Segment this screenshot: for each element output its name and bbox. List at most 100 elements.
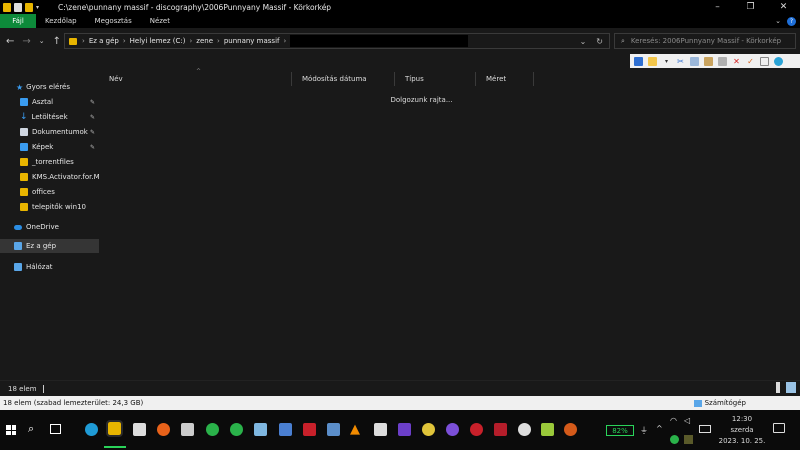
file-explorer-icon[interactable] [106,420,123,437]
quick-access-toolbar: ▾ [0,2,58,12]
tab-share[interactable]: Megosztás [86,14,141,28]
expand-ribbon-icon[interactable]: ⌄ [775,17,781,25]
chevron-right-icon[interactable]: › [283,37,288,45]
sidebar-item-torrentfiles[interactable]: _torrentfiles [0,155,99,169]
sidebar-item-documents[interactable]: Dokumentumok ✎ [0,125,99,139]
forward-button[interactable]: → [22,36,30,47]
breadcrumb-zene[interactable]: zene [193,37,216,45]
column-header-type[interactable]: Típus [395,72,476,86]
tab-home[interactable]: Kezdőlap [36,14,86,28]
sidebar-item-pictures[interactable]: Képek ✎ [0,140,99,154]
keyboard-icon[interactable] [699,425,711,433]
task-view-icon[interactable] [50,424,61,434]
minimize-button[interactable]: – [701,0,734,14]
volume-icon[interactable]: ◁ [684,416,690,425]
paste-icon[interactable] [704,56,713,66]
chevron-down-icon[interactable]: ⌄ [580,37,587,46]
tab-view[interactable]: Nézet [141,14,179,28]
network-icon [14,263,22,271]
column-header-name[interactable]: Név [99,72,292,86]
breadcrumb-this-pc[interactable]: Ez a gép [86,37,122,45]
large-icons-view-button[interactable] [786,382,796,393]
download-icon: ↓ [20,112,28,122]
chevron-down-icon[interactable]: ▾ [662,57,671,66]
app-icon[interactable] [518,423,531,436]
maximize-button[interactable]: ❐ [734,0,767,14]
window-controls: – ❐ ✕ [701,0,800,14]
globe-icon[interactable] [774,56,783,66]
rename-check-icon[interactable]: ✓ [746,57,755,66]
sidebar-item-this-pc[interactable]: Ez a gép [0,239,99,253]
app-icon[interactable] [541,423,554,436]
chevron-up-icon[interactable]: ^ [656,424,663,433]
app-icon[interactable] [327,423,340,436]
column-header-size[interactable]: Méret [476,72,534,86]
tray-app-icon[interactable] [684,435,693,444]
search-input[interactable]: ⌕ Keresés: 2006Punnyany Massif - Körkork… [614,33,796,49]
utorrent-tray-icon[interactable] [670,435,679,444]
app-icon[interactable] [564,423,577,436]
battery-indicator[interactable]: 82% [606,425,634,436]
breadcrumb-local-disk[interactable]: Helyi lemez (C:) [127,37,189,45]
vlc-icon[interactable]: ▲ [350,422,360,437]
store-icon[interactable] [133,423,146,436]
sidebar-item-telepitok[interactable]: telepitők win10 [0,200,99,214]
sidebar-item-network[interactable]: Hálózat [0,260,99,274]
star-icon: ★ [16,82,24,92]
breadcrumb-punnany-massif[interactable]: punnany massif [221,37,283,45]
sidebar-item-downloads[interactable]: ↓ Letöltések ✎ [0,110,99,124]
app-icon[interactable] [422,423,435,436]
clock[interactable]: 12:30 szerda 2023. 10. 25. [716,414,768,447]
properties-icon[interactable] [14,2,22,12]
sidebar-item-kms-activator[interactable]: KMS.Activator.for.M [0,170,99,184]
sidebar-item-desktop[interactable]: Asztal ✎ [0,95,99,109]
sidebar-item-label: Hálózat [26,263,53,271]
app-icon[interactable] [303,423,316,436]
help-icon[interactable]: ? [787,16,796,26]
address-bar[interactable]: › Ez a gép › Helyi lemez (C:) › zene › p… [64,33,610,49]
email-icon[interactable] [760,56,769,66]
pictures-icon [20,143,28,151]
sidebar-item-quick-access[interactable]: ★ Gyors elérés [0,80,99,94]
copy-to-icon[interactable] [718,56,727,66]
chevron-down-icon[interactable]: ▾ [36,4,39,11]
app-icon[interactable] [230,423,243,436]
refresh-icon[interactable]: ↻ [596,37,603,46]
document-icon [20,128,28,136]
sidebar-item-offices[interactable]: offices [0,185,99,199]
firefox-icon[interactable] [157,423,170,436]
app-icon[interactable] [494,423,507,436]
details-view-button[interactable] [776,382,780,393]
back-button[interactable]: ← [6,36,14,47]
app-icon[interactable] [374,423,387,436]
search-icon[interactable]: ⌕ [28,422,34,436]
mail-icon[interactable] [254,423,267,436]
notification-icon[interactable] [773,423,785,433]
sidebar-item-label: Dokumentumok [32,128,88,136]
start-windows-icon[interactable] [6,425,16,435]
loading-message: Dolgozunk rajta... [390,96,453,104]
app-icon[interactable] [470,423,483,436]
column-header-modified[interactable]: Módosítás dátuma [292,72,395,86]
viber-icon[interactable] [446,423,459,436]
photos-icon[interactable] [279,423,292,436]
close-button[interactable]: ✕ [767,0,800,14]
up-button[interactable]: ↑ [53,36,61,47]
item-count: 18 elem [8,384,37,393]
desktop-icon [20,98,28,106]
sidebar-item-onedrive[interactable]: OneDrive [0,220,99,234]
details-pane-icon[interactable] [634,56,643,66]
edge-icon[interactable] [85,423,98,436]
app-icon[interactable] [398,423,411,436]
delete-icon[interactable]: ✕ [732,57,741,66]
new-folder-icon[interactable] [25,2,33,12]
recent-locations-icon[interactable]: ⌄ [39,37,45,45]
sidebar-item-label: _torrentfiles [32,158,74,166]
cut-icon[interactable]: ✂ [676,57,685,66]
wifi-icon[interactable]: ◠ [670,416,677,425]
copy-icon[interactable] [690,56,699,66]
utorrent-icon[interactable] [206,423,219,436]
tab-file[interactable]: Fájl [0,14,36,28]
preview-pane-icon[interactable] [648,56,657,66]
app-icon[interactable] [181,423,194,436]
